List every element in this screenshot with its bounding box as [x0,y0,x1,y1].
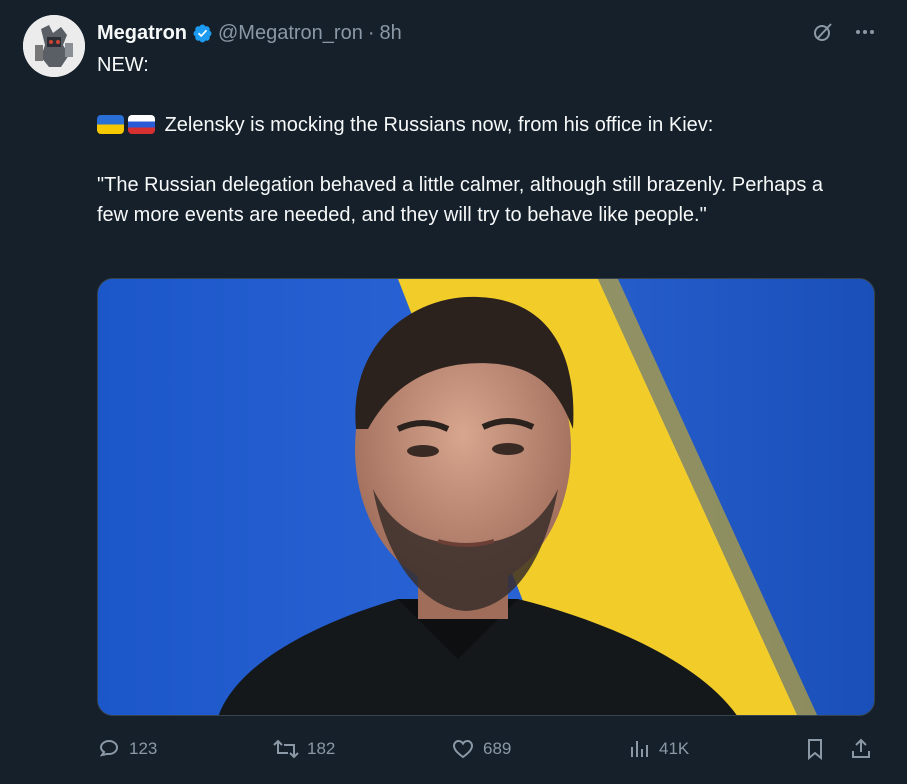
verified-badge-icon [192,23,213,44]
post-top-actions [811,20,877,44]
share-button[interactable] [849,734,873,764]
grok-icon[interactable] [811,20,835,44]
repost-icon [273,737,299,761]
post-header: Megatron @Megatron_ron · 8h [97,20,402,46]
views-button[interactable]: 41K [627,734,689,764]
more-icon[interactable] [853,20,877,44]
action-bar: 123 182 689 41K [97,734,875,764]
like-count: 689 [483,739,512,758]
bookmark-icon [803,737,827,761]
like-button[interactable]: 689 [451,734,511,764]
like-icon [451,737,475,761]
post-text: NEW: Zelensky is mocking the Russians no… [97,50,857,230]
repost-button[interactable]: 182 [273,734,335,764]
russia-flag-icon [128,115,155,134]
tweet: Megatron @Megatron_ron · 8h NEW: Zelensk… [0,0,907,784]
reply-icon [97,737,121,761]
separator-dot: · [367,21,375,44]
headline-text: Zelensky is mocking the Russians now, fr… [164,114,714,136]
views-count: 41K [659,739,690,758]
repost-count: 182 [307,739,336,758]
views-icon [627,737,651,761]
post-line-new: NEW: [97,54,149,76]
bookmark-button[interactable] [803,734,827,764]
post-quote: "The Russian delegation behaved a little… [97,174,824,226]
reply-button[interactable]: 123 [97,734,157,764]
author-handle[interactable]: @Megatron_ron [218,22,363,45]
reply-count: 123 [129,739,158,758]
post-line-headline: Zelensky is mocking the Russians now, fr… [97,110,857,140]
post-timestamp[interactable]: 8h [380,22,402,45]
ukraine-flag-icon [97,115,124,134]
post-image[interactable] [97,278,875,716]
avatar[interactable] [23,15,85,77]
author-name[interactable]: Megatron [97,22,187,45]
share-icon [849,737,873,761]
